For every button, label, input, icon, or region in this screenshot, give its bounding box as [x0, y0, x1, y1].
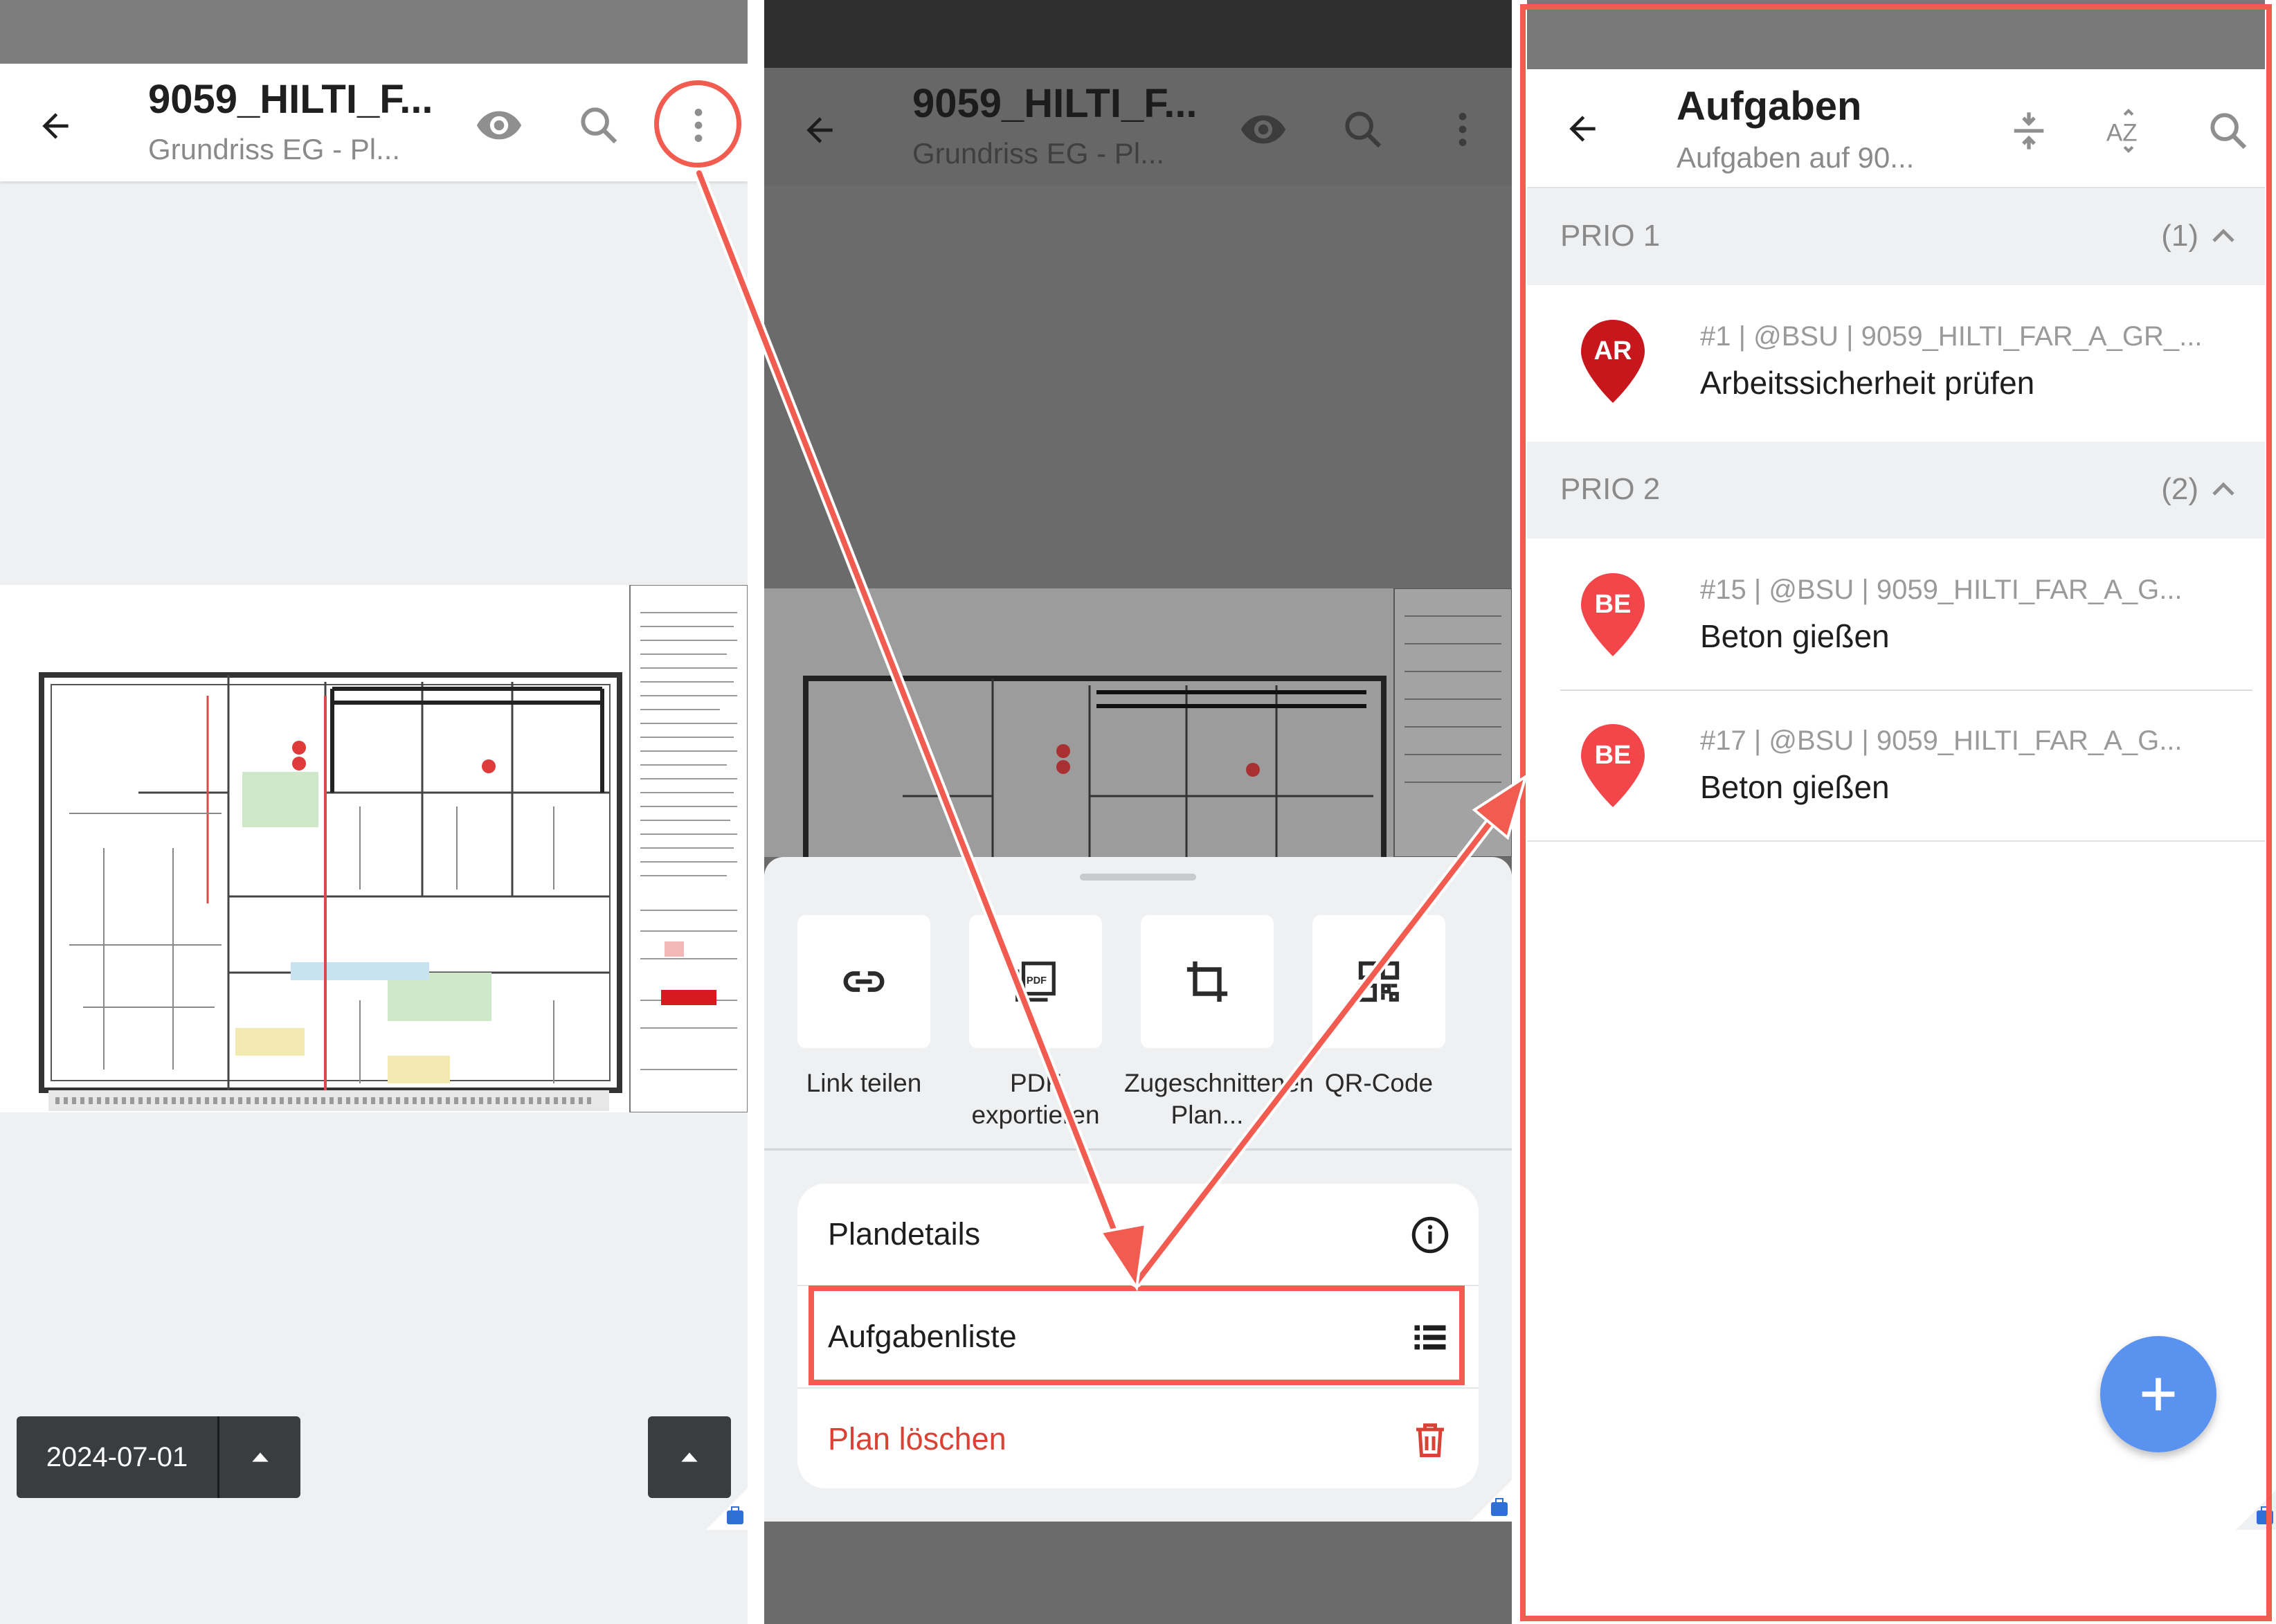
- search-icon: [1345, 111, 1382, 148]
- pdf-icon: PDF: [1015, 962, 1056, 1002]
- app-bar-dimmed: 9059_HILTI_F... Grundriss EG - Pl...: [764, 68, 1512, 186]
- bottom-sheet: Link teilen PDF PDF exportieren Zugeschn…: [764, 857, 1512, 1522]
- search-button[interactable]: [568, 94, 630, 156]
- action-label: Zugeschnittenen Plan...: [1124, 1069, 1314, 1129]
- action-cropped-plan[interactable]: Zugeschnittenen Plan...: [1124, 915, 1314, 1131]
- action-label: PDF exportieren: [971, 1069, 1100, 1129]
- caret-up-icon: [681, 1452, 698, 1462]
- floor-plan-dimmed: [764, 588, 1512, 889]
- trash-icon: [1409, 1419, 1451, 1461]
- drag-handle[interactable]: [1080, 874, 1196, 881]
- app-bar: 9059_HILTI_F... Grundriss EG - Pl...: [0, 64, 748, 181]
- briefcase-icon: [1470, 1480, 1512, 1522]
- back-arrow-icon: [42, 113, 69, 139]
- annotation-frame: [1520, 4, 2272, 1621]
- caret-up-icon: [251, 1452, 269, 1462]
- more-options-button[interactable]: [1431, 98, 1494, 161]
- back-button[interactable]: [28, 98, 83, 154]
- more-vert-icon: [1458, 113, 1467, 146]
- action-tile[interactable]: [1141, 915, 1274, 1048]
- divider: [764, 1148, 1512, 1151]
- action-label: Link teilen: [806, 1069, 922, 1097]
- info-icon: [1409, 1214, 1451, 1256]
- search-icon: [581, 107, 617, 144]
- action-tile[interactable]: PDF: [969, 915, 1102, 1048]
- action-tile[interactable]: [797, 915, 930, 1048]
- action-tile[interactable]: [1312, 915, 1445, 1048]
- expand-button[interactable]: [648, 1416, 731, 1498]
- annotation-circle: [654, 80, 741, 168]
- crop-icon: [1186, 961, 1228, 1002]
- action-export-pdf[interactable]: PDF PDF exportieren: [969, 915, 1102, 1131]
- action-qr-code[interactable]: QR-Code: [1312, 915, 1445, 1099]
- visibility-button[interactable]: [1232, 98, 1294, 161]
- plan-view-screen: 9059_HILTI_F... Grundriss EG - Pl... 202…: [0, 0, 748, 1624]
- action-label: QR-Code: [1324, 1069, 1434, 1097]
- page-subtitle: Grundriss EG - Pl...: [148, 133, 401, 165]
- svg-text:PDF: PDF: [1027, 975, 1047, 986]
- page-title: 9059_HILTI_F...: [912, 81, 1198, 126]
- status-bar: [764, 0, 1512, 68]
- menu-item-label: Plan löschen: [828, 1421, 1006, 1456]
- nav-area: [764, 1522, 1512, 1624]
- qr-code-icon: [1358, 961, 1400, 1002]
- briefcase-icon: [706, 1488, 748, 1530]
- visibility-button[interactable]: [468, 94, 530, 156]
- back-arrow-icon: [806, 117, 833, 143]
- menu-item-delete-plan[interactable]: Plan löschen: [797, 1389, 1479, 1488]
- status-bar: [0, 0, 748, 64]
- action-share-link[interactable]: Link teilen: [797, 915, 930, 1099]
- floor-plan-image: [0, 584, 748, 1113]
- floor-plan-drawing[interactable]: [0, 584, 748, 1113]
- date-expand-button[interactable]: [219, 1416, 300, 1498]
- menu-item-plan-details[interactable]: Plandetails: [797, 1184, 1479, 1285]
- date-selector[interactable]: 2024-07-01: [17, 1416, 300, 1498]
- floor-plan-image: [803, 588, 1512, 889]
- page-subtitle: Grundriss EG - Pl...: [912, 137, 1165, 170]
- plan-date[interactable]: 2024-07-01: [17, 1416, 219, 1498]
- back-button[interactable]: [792, 102, 847, 158]
- eye-icon: [1240, 115, 1286, 144]
- eye-icon: [476, 111, 522, 140]
- search-button[interactable]: [1332, 98, 1394, 161]
- link-icon: [843, 971, 885, 992]
- page-title: 9059_HILTI_F...: [148, 77, 433, 122]
- annotation-rectangle: [809, 1285, 1465, 1385]
- menu-item-label: Plandetails: [828, 1216, 981, 1252]
